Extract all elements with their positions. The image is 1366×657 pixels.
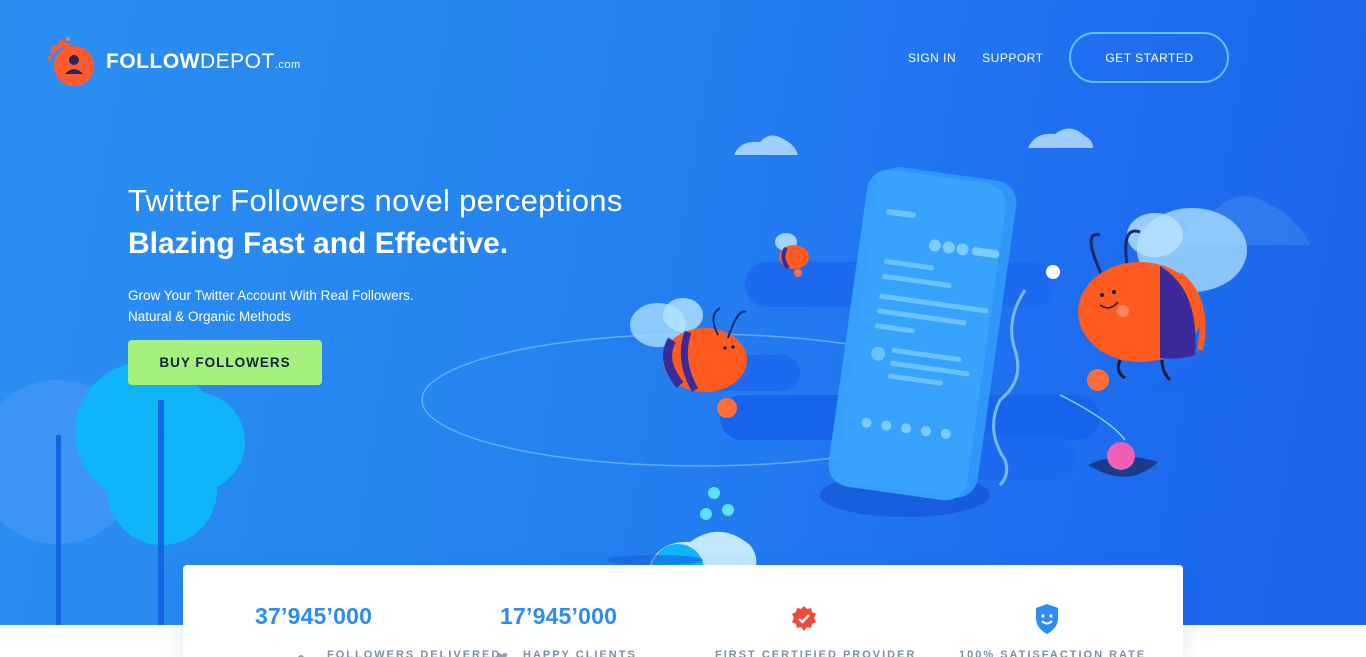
- get-started-button[interactable]: GET STARTED: [1069, 32, 1230, 83]
- hero-title-line2: Blazing Fast and Effective.: [128, 227, 509, 260]
- dot-shape: [1046, 265, 1060, 279]
- stat-value: 37’945’000: [255, 603, 373, 629]
- certified-badge-icon: [790, 605, 818, 638]
- stat-label: 100% SATISFACTION RATE: [959, 649, 1147, 657]
- brand-name: FOLLOWDEPOT.com: [106, 50, 301, 74]
- buy-followers-button[interactable]: BUY FOLLOWERS: [128, 340, 322, 385]
- dot-icon: [297, 649, 305, 657]
- hill-shape: [1140, 367, 1262, 395]
- tree-trunk: [158, 400, 164, 625]
- cloud-shape: [734, 135, 798, 155]
- tree-trunk: [56, 435, 61, 625]
- smiley-shield-icon: [1034, 603, 1060, 640]
- hero-subtitle-line1: Grow Your Twitter Account With Real Foll…: [128, 288, 414, 303]
- stat-label: FIRST CERTIFIED PROVIDER: [715, 649, 917, 657]
- top-nav: SIGN IN SUPPORT GET STARTED: [908, 32, 1230, 83]
- hero-section: FOLLOWDEPOT.com SIGN IN SUPPORT GET STAR…: [0, 0, 1366, 625]
- heart-icon: [496, 649, 508, 657]
- small-flowers: [700, 487, 734, 520]
- stats-card: 37’945’000 FOLLOWERS DELIVERED 17’945’00…: [183, 565, 1183, 657]
- flower-shape: [1107, 442, 1135, 470]
- hero-subtitle-line2: Natural & Organic Methods: [128, 309, 291, 324]
- stat-label: HAPPY CLIENTS: [523, 649, 637, 657]
- cloud-shape: [1028, 128, 1093, 148]
- shadow-shape: [607, 555, 703, 565]
- stat-label: FOLLOWERS DELIVERED: [327, 649, 502, 657]
- brand-name-regular: DEPOT: [199, 50, 275, 73]
- support-link[interactable]: SUPPORT: [982, 33, 1043, 83]
- hero-subtitle: Grow Your Twitter Account With Real Foll…: [128, 285, 414, 327]
- hero-title-line1: Twitter Followers novel perceptions: [128, 183, 623, 218]
- bee-medium-shape: [630, 298, 747, 418]
- sign-in-link[interactable]: SIGN IN: [908, 33, 956, 83]
- user-badge-icon: [44, 34, 100, 90]
- stat-value: 17’945’000: [500, 603, 618, 629]
- brand-tld: .com: [274, 59, 301, 71]
- logo[interactable]: FOLLOWDEPOT.com: [44, 34, 301, 90]
- bee-large-shape: [1078, 208, 1247, 391]
- brand-name-bold: FOLLOW: [106, 50, 200, 73]
